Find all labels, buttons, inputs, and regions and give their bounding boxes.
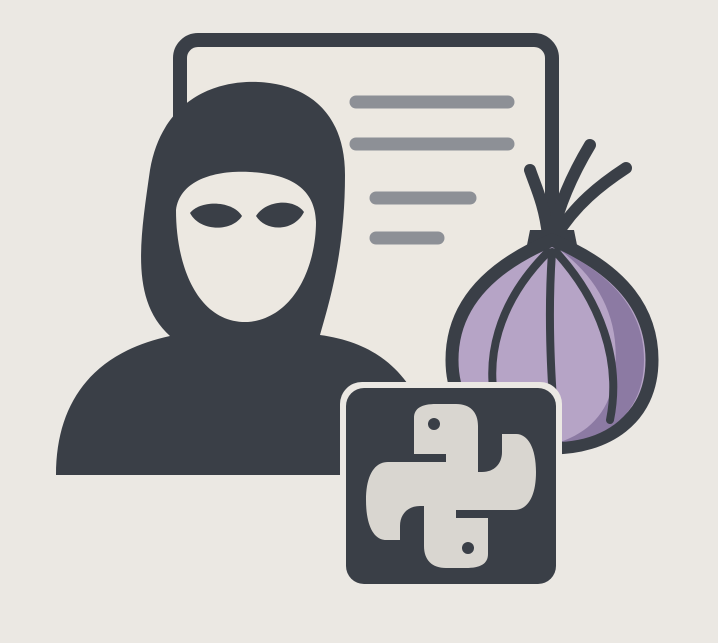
illustration	[0, 0, 718, 643]
python-logo-icon	[340, 382, 562, 590]
